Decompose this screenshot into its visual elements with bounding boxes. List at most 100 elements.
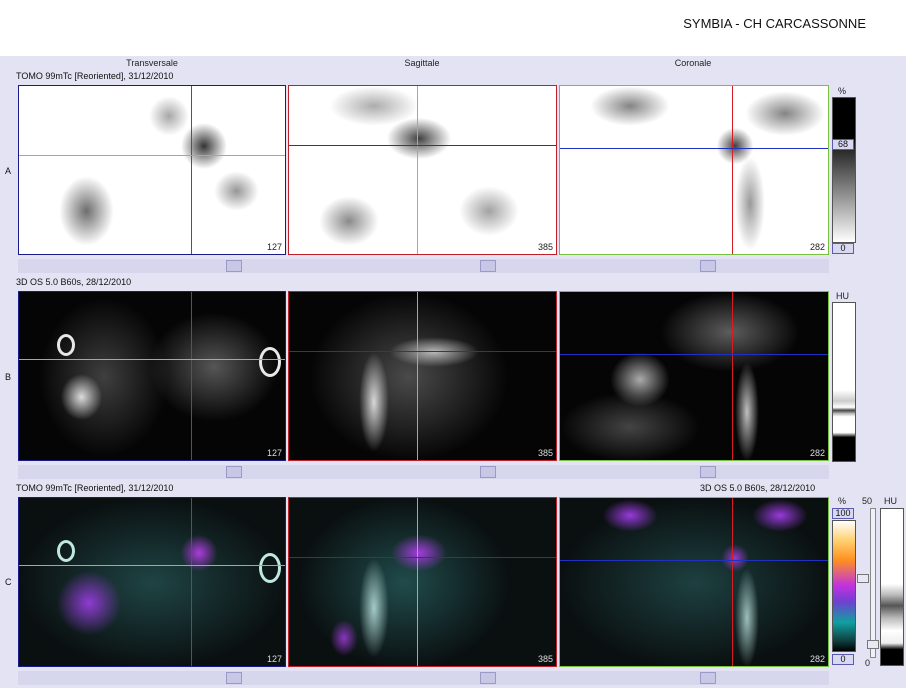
crosshair-horizontal [289,557,556,558]
slice-number: 282 [809,654,825,664]
scale-unit-label-percent: % [838,496,847,506]
tracer-uptake [600,498,660,533]
hu-window-colorbar[interactable] [880,508,904,666]
row-b-slice-scrollbar[interactable] [18,465,829,479]
scroll-thumb-coronal[interactable] [700,466,716,478]
scroll-thumb-sagittal[interactable] [480,260,496,272]
scroll-thumb-sagittal[interactable] [480,466,496,478]
tracer-uptake [329,618,359,658]
view-c-sagittal[interactable]: 385 [288,497,557,667]
crosshair-horizontal [560,560,828,561]
column-title-sagittal: Sagittale [404,58,440,68]
grayscale-colorbar[interactable] [832,97,856,243]
crosshair-horizontal [289,351,556,352]
view-b-sagittal[interactable]: 385 [288,291,557,461]
uptake-region [745,91,825,136]
scale-unit-label: HU [836,291,849,301]
rib [259,347,281,377]
crosshair-vertical [191,292,192,460]
column-title-transverse: Transversale [126,58,178,68]
crosshair-vertical [191,498,192,666]
crosshair-horizontal [289,145,556,146]
view-c-transverse[interactable]: 127 [18,497,286,667]
series-label-row-a: TOMO 99mTc [Reoriented], 31/12/2010 [16,71,174,81]
series-label-row-c-right: 3D OS 5.0 B60s, 28/12/2010 [700,483,816,493]
scale-max-value[interactable]: 68 [832,139,854,150]
row-letter-a: A [5,166,12,176]
blend-level-bottom: 0 [865,658,871,668]
scroll-thumb-coronal[interactable] [700,260,716,272]
blend-slider-knob[interactable] [867,640,879,649]
title-bar: SYMBIA - CH CARCASSONNE [0,0,906,56]
slice-number: 385 [537,242,553,252]
uptake-region [735,156,765,251]
crosshair-horizontal [19,565,285,566]
crosshair-horizontal [19,359,285,360]
view-c-coronal[interactable]: 282 [559,497,829,667]
scroll-thumb-sagittal[interactable] [480,672,496,684]
clavicle [389,337,479,367]
uptake-region [59,176,114,246]
series-label-row-c-left: TOMO 99mTc [Reoriented], 31/12/2010 [16,483,174,493]
slice-number: 385 [537,654,553,664]
scale-min-value[interactable]: 0 [832,243,854,254]
view-b-coronal[interactable]: 282 [559,291,829,461]
slice-number: 385 [537,448,553,458]
colorbar-slider-knob[interactable] [857,574,869,583]
uptake-region [214,171,259,211]
tracer-hotspot [389,533,449,573]
uptake-region [319,196,379,246]
view-a-sagittal[interactable]: 385 [288,85,557,255]
vertebral-column [359,352,389,452]
row-letter-b: B [5,372,12,382]
slice-number: 127 [266,448,282,458]
rib [259,553,281,583]
uptake-hotspot [179,121,229,171]
row-letter-c: C [5,577,12,587]
fusion-colorbar[interactable] [832,520,856,652]
scale-unit-label: % [838,86,847,96]
soft-tissue [660,292,800,372]
row-a-slice-scrollbar[interactable] [18,259,829,273]
scale-min-value[interactable]: 0 [832,654,854,665]
view-b-transverse[interactable]: 127 [18,291,286,461]
vertebra [59,372,104,422]
crosshair-horizontal [560,148,828,149]
view-a-coronal[interactable]: 282 [559,85,829,255]
crosshair-vertical [732,86,733,254]
tracer-uptake [54,568,124,638]
blend-level-top: 50 [862,496,873,506]
scroll-thumb-transverse[interactable] [226,260,242,272]
slice-number: 127 [266,654,282,664]
vertebral-column [735,362,759,460]
slice-number: 282 [809,242,825,252]
vertebral-column [359,558,389,658]
tracer-hotspot [179,533,219,573]
uptake-region [590,86,670,126]
crosshair-vertical [417,292,418,460]
crosshair-vertical [417,86,418,254]
tracer-uptake [750,498,810,533]
scale-max-value[interactable]: 100 [832,508,854,519]
crosshair-vertical [191,86,192,254]
crosshair-horizontal [560,354,828,355]
uptake-region [459,186,519,236]
crosshair-horizontal [19,155,285,156]
crosshair-vertical [732,498,733,666]
slice-number: 127 [266,242,282,252]
vertebral-column [735,568,759,666]
rib [57,334,75,356]
blend-slider-track[interactable] [870,508,876,658]
row-c-slice-scrollbar[interactable] [18,671,829,685]
view-a-transverse[interactable]: 127 [18,85,286,255]
series-label-row-b: 3D OS 5.0 B60s, 28/12/2010 [16,277,132,287]
hu-window-colorbar[interactable] [832,302,856,462]
slice-number: 282 [809,448,825,458]
uptake-hotspot [384,116,454,161]
hospital-name: SYMBIA - CH CARCASSONNE [683,16,866,31]
crosshair-vertical [732,292,733,460]
scroll-thumb-transverse[interactable] [226,672,242,684]
crosshair-vertical [417,498,418,666]
scroll-thumb-transverse[interactable] [226,466,242,478]
scroll-thumb-coronal[interactable] [700,672,716,684]
